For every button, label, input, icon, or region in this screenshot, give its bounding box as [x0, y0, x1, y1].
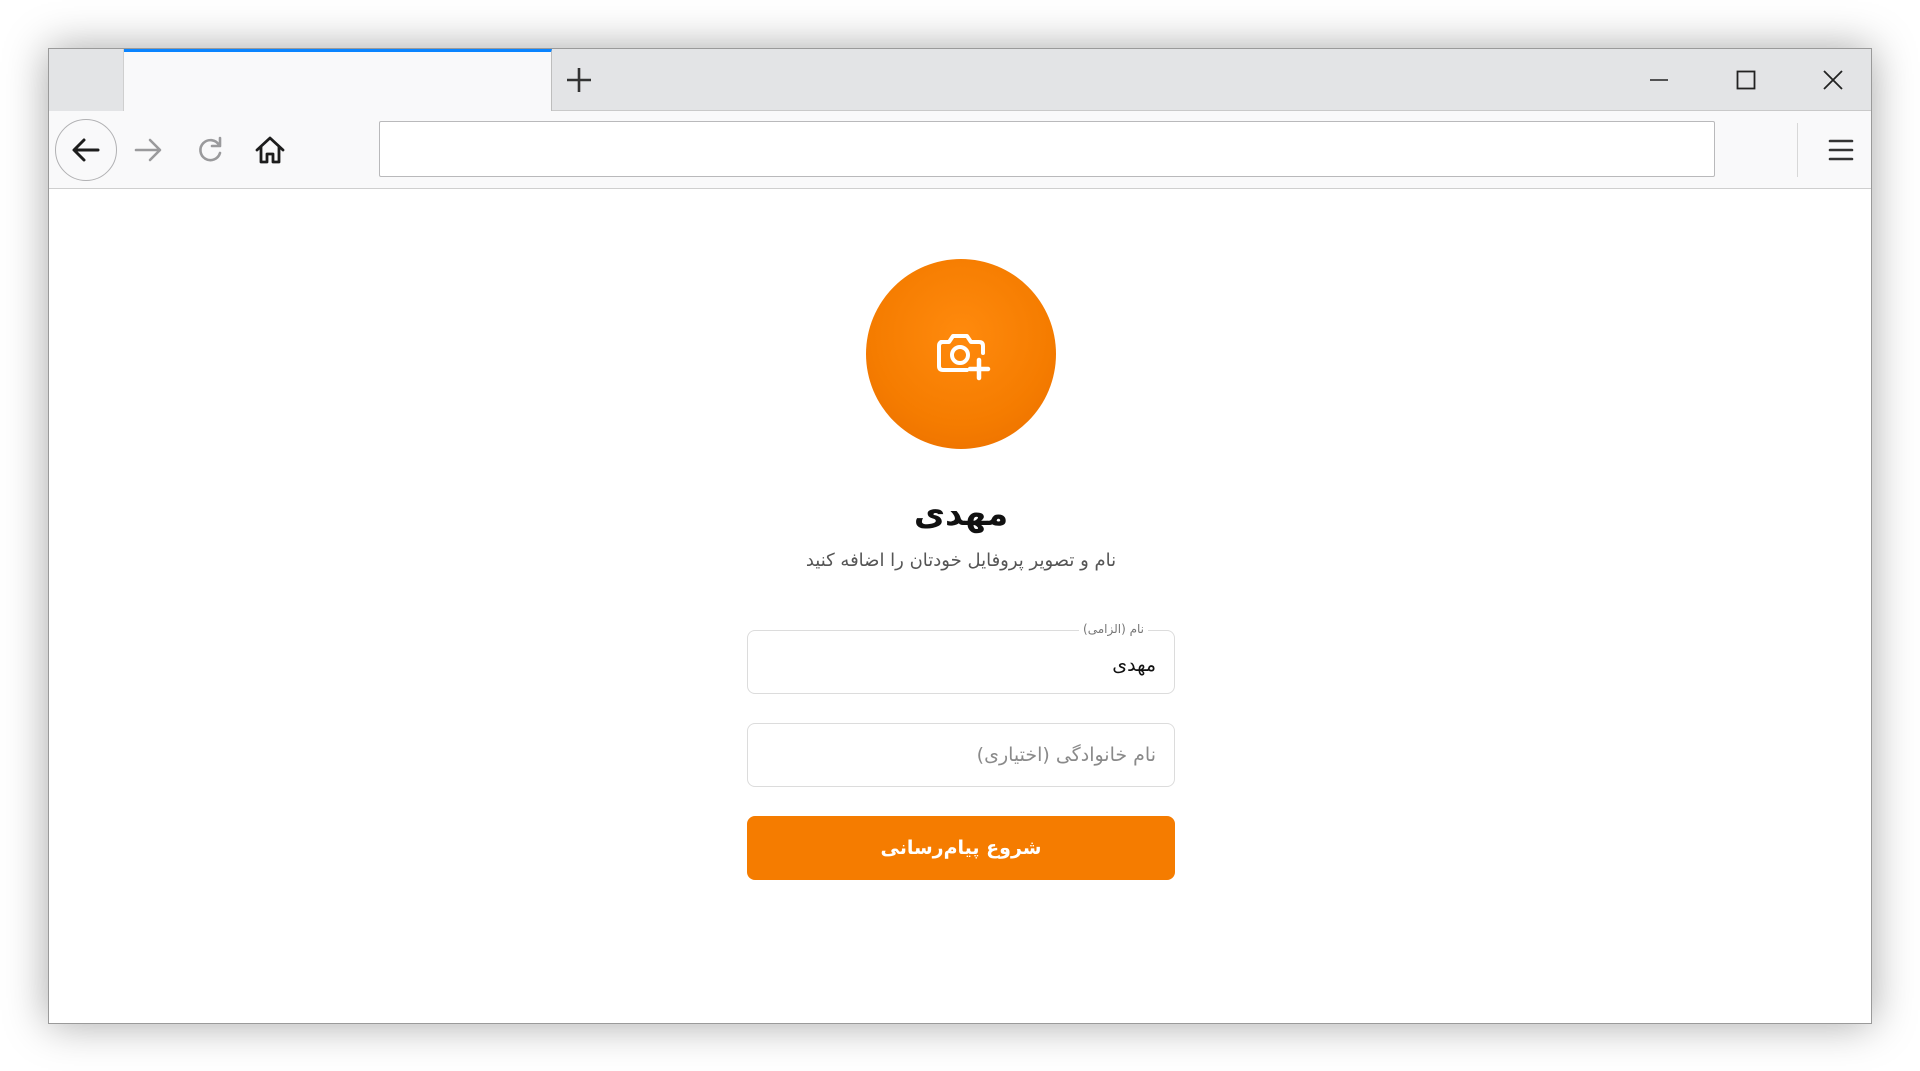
navigation-toolbar	[49, 111, 1871, 189]
start-messaging-button[interactable]: شروع پیام‌رسانی	[747, 816, 1175, 880]
profile-avatar-button[interactable]	[866, 259, 1056, 449]
maximize-icon	[1736, 70, 1755, 90]
tab-strip-spacer	[49, 49, 124, 111]
reload-icon	[199, 136, 222, 162]
hamburger-menu-icon	[1828, 139, 1854, 161]
back-arrow-icon	[72, 138, 100, 162]
tab-strip	[49, 49, 1871, 112]
browser-window: مهدی نام و تصویر پروفایل خودتان را اضافه…	[48, 48, 1872, 1024]
minimize-icon	[1649, 79, 1668, 81]
minimize-button[interactable]	[1615, 49, 1702, 111]
first-name-label: نام (الزامی)	[1079, 622, 1148, 636]
new-tab-button[interactable]	[554, 55, 604, 105]
forward-arrow-icon	[134, 138, 162, 162]
reload-button[interactable]	[179, 119, 241, 181]
first-name-input[interactable]	[748, 631, 1174, 693]
profile-display-name: مهدی	[913, 494, 1009, 534]
back-button[interactable]	[55, 119, 117, 181]
home-button[interactable]	[239, 119, 301, 181]
first-name-field: نام (الزامی)	[747, 622, 1175, 694]
close-button[interactable]	[1789, 49, 1871, 111]
plus-icon	[567, 68, 591, 92]
forward-button[interactable]	[117, 119, 179, 181]
menu-button[interactable]	[1813, 119, 1869, 181]
last-name-input[interactable]	[748, 724, 1174, 786]
address-bar[interactable]	[379, 121, 1715, 177]
maximize-button[interactable]	[1702, 49, 1789, 111]
tab-active[interactable]	[124, 49, 552, 112]
last-name-field	[747, 723, 1175, 787]
close-icon	[1822, 70, 1843, 90]
toolbar-divider	[1797, 123, 1798, 177]
camera-plus-icon	[937, 334, 991, 381]
profile-subtitle: نام و تصویر پروفایل خودتان را اضافه کنید	[805, 550, 1117, 571]
home-icon	[255, 136, 285, 164]
page-content: مهدی نام و تصویر پروفایل خودتان را اضافه…	[49, 189, 1871, 1023]
